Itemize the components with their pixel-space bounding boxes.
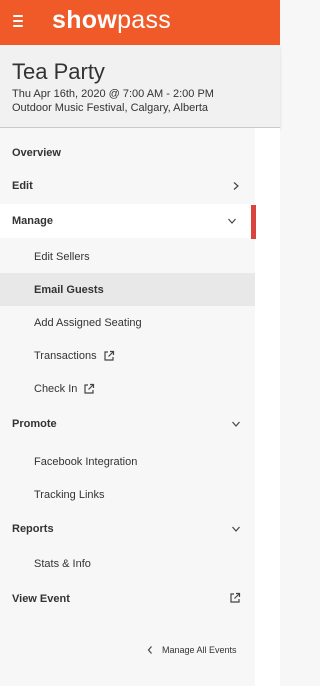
nav-email-guests-label: Email Guests: [34, 283, 104, 296]
nav-reports-label: Reports: [12, 522, 54, 535]
top-bar: showpass: [0, 0, 280, 45]
nav-overview-label: Overview: [12, 146, 61, 159]
chevron-left-icon: [147, 646, 152, 654]
nav-reports[interactable]: Reports: [0, 512, 255, 545]
nav-manage-label: Manage: [12, 215, 53, 227]
event-datetime: Thu Apr 16th, 2020 @ 7:00 AM - 2:00 PM: [12, 88, 214, 100]
manage-all-events-link[interactable]: Manage All Events: [146, 642, 237, 658]
nav-edit[interactable]: Edit: [0, 169, 255, 202]
nav-edit-sellers[interactable]: Edit Sellers: [0, 240, 255, 273]
event-header: Tea Party Thu Apr 16th, 2020 @ 7:00 AM -…: [0, 45, 280, 128]
external-link-icon: [103, 350, 114, 361]
chevron-right-icon: [233, 181, 239, 190]
showpass-logo[interactable]: showpass: [52, 6, 171, 35]
chevron-down-icon: [232, 421, 240, 427]
nav-check-in-label: Check In: [34, 382, 78, 395]
content-area: [255, 128, 280, 686]
sidebar-nav: Overview Edit Manage Edit Sellers Email …: [0, 128, 255, 686]
nav-promote-label: Promote: [12, 417, 57, 430]
nav-view-event[interactable]: View Event: [0, 582, 255, 615]
nav-manage[interactable]: Manage: [0, 204, 255, 238]
nav-stats-info-label: Stats & Info: [34, 557, 91, 570]
nav-tracking-links-label: Tracking Links: [34, 488, 105, 501]
external-link-icon: [230, 592, 241, 603]
event-title: Tea Party: [12, 59, 105, 84]
nav-promote[interactable]: Promote: [0, 407, 255, 440]
chevron-down-icon: [232, 526, 240, 532]
event-location: Outdoor Music Festival, Calgary, Alberta: [12, 102, 209, 114]
nav-edit-label: Edit: [12, 179, 33, 192]
nav-transactions[interactable]: Transactions: [0, 339, 255, 372]
nav-view-event-label: View Event: [12, 592, 70, 605]
nav-facebook-integration[interactable]: Facebook Integration: [0, 445, 255, 478]
nav-overview[interactable]: Overview: [0, 136, 255, 169]
nav-stats-info[interactable]: Stats & Info: [0, 547, 255, 580]
nav-edit-sellers-label: Edit Sellers: [34, 250, 90, 263]
nav-add-assigned-seating-label: Add Assigned Seating: [34, 316, 142, 329]
nav-email-guests[interactable]: Email Guests: [0, 273, 255, 306]
hamburger-menu-icon[interactable]: [13, 15, 23, 27]
manage-all-events-label: Manage All Events: [162, 645, 237, 655]
nav-add-assigned-seating[interactable]: Add Assigned Seating: [0, 306, 255, 339]
nav-transactions-label: Transactions: [34, 349, 97, 362]
active-section-indicator: [251, 205, 256, 239]
nav-facebook-integration-label: Facebook Integration: [34, 455, 138, 468]
nav-check-in[interactable]: Check In: [0, 372, 255, 405]
external-link-icon: [84, 383, 95, 394]
chevron-down-icon: [228, 218, 236, 224]
nav-tracking-links[interactable]: Tracking Links: [0, 478, 255, 511]
